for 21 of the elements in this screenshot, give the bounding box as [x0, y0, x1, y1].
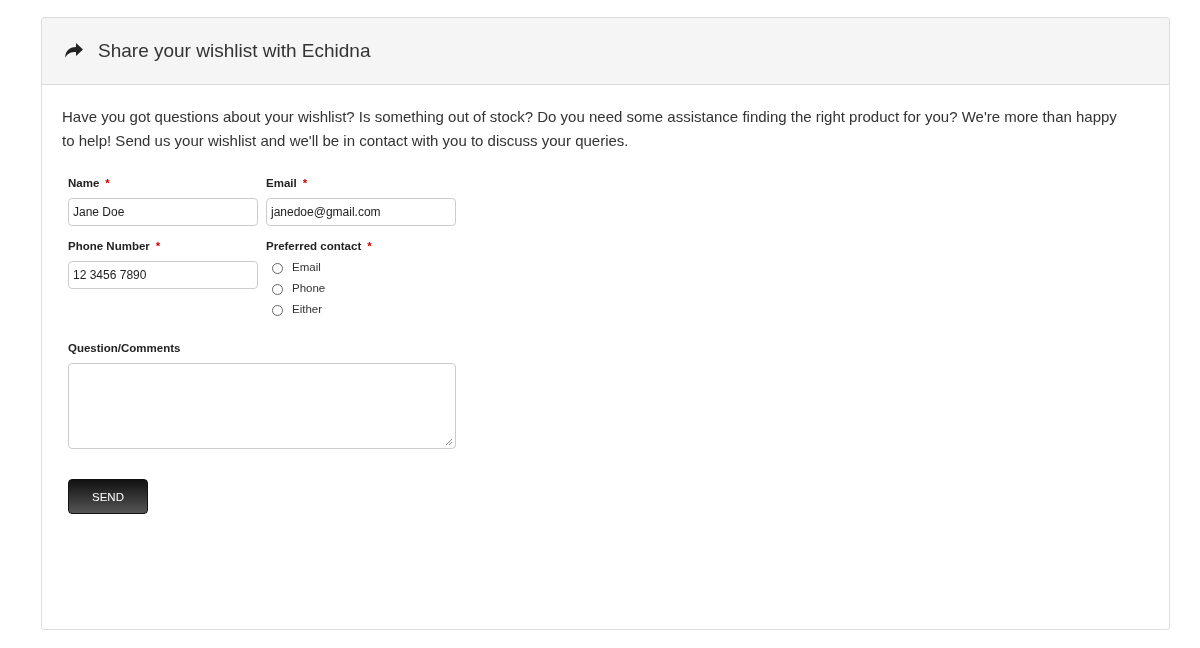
- panel-title: Share your wishlist with Echidna: [98, 40, 371, 62]
- required-mark: *: [155, 240, 161, 252]
- field-label: Preferred contact: [266, 240, 362, 252]
- resize-grip-icon[interactable]: [445, 438, 453, 446]
- required-mark: *: [367, 240, 372, 252]
- input-field[interactable]: Jane Doe: [68, 198, 258, 226]
- radio-label: Phone: [292, 281, 326, 294]
- field-label: Question/Comments: [68, 342, 181, 354]
- send-button[interactable]: SEND: [68, 479, 148, 514]
- required-mark: *: [302, 177, 308, 189]
- radio-label: Either: [292, 302, 323, 315]
- share-arrow-icon: [64, 42, 84, 60]
- intro-paragraph: Have you got questions about your wishlist? Is something out of stock? Do you need some assistance finding the right product for you? We're more than happy to help! Send us your wishlist and we'll be in contact with you to discuss your queries.: [62, 107, 1118, 151]
- comments-field[interactable]: [68, 363, 456, 449]
- input-field[interactable]: 12 3456 7890: [68, 261, 258, 289]
- input-field[interactable]: janedoe@gmail.com: [266, 198, 456, 226]
- radio-label: Email: [292, 260, 321, 273]
- field-label: Phone Number: [68, 240, 150, 252]
- required-mark: *: [105, 177, 110, 189]
- field-label: Email: [266, 177, 297, 189]
- field-label: Name: [68, 177, 100, 189]
